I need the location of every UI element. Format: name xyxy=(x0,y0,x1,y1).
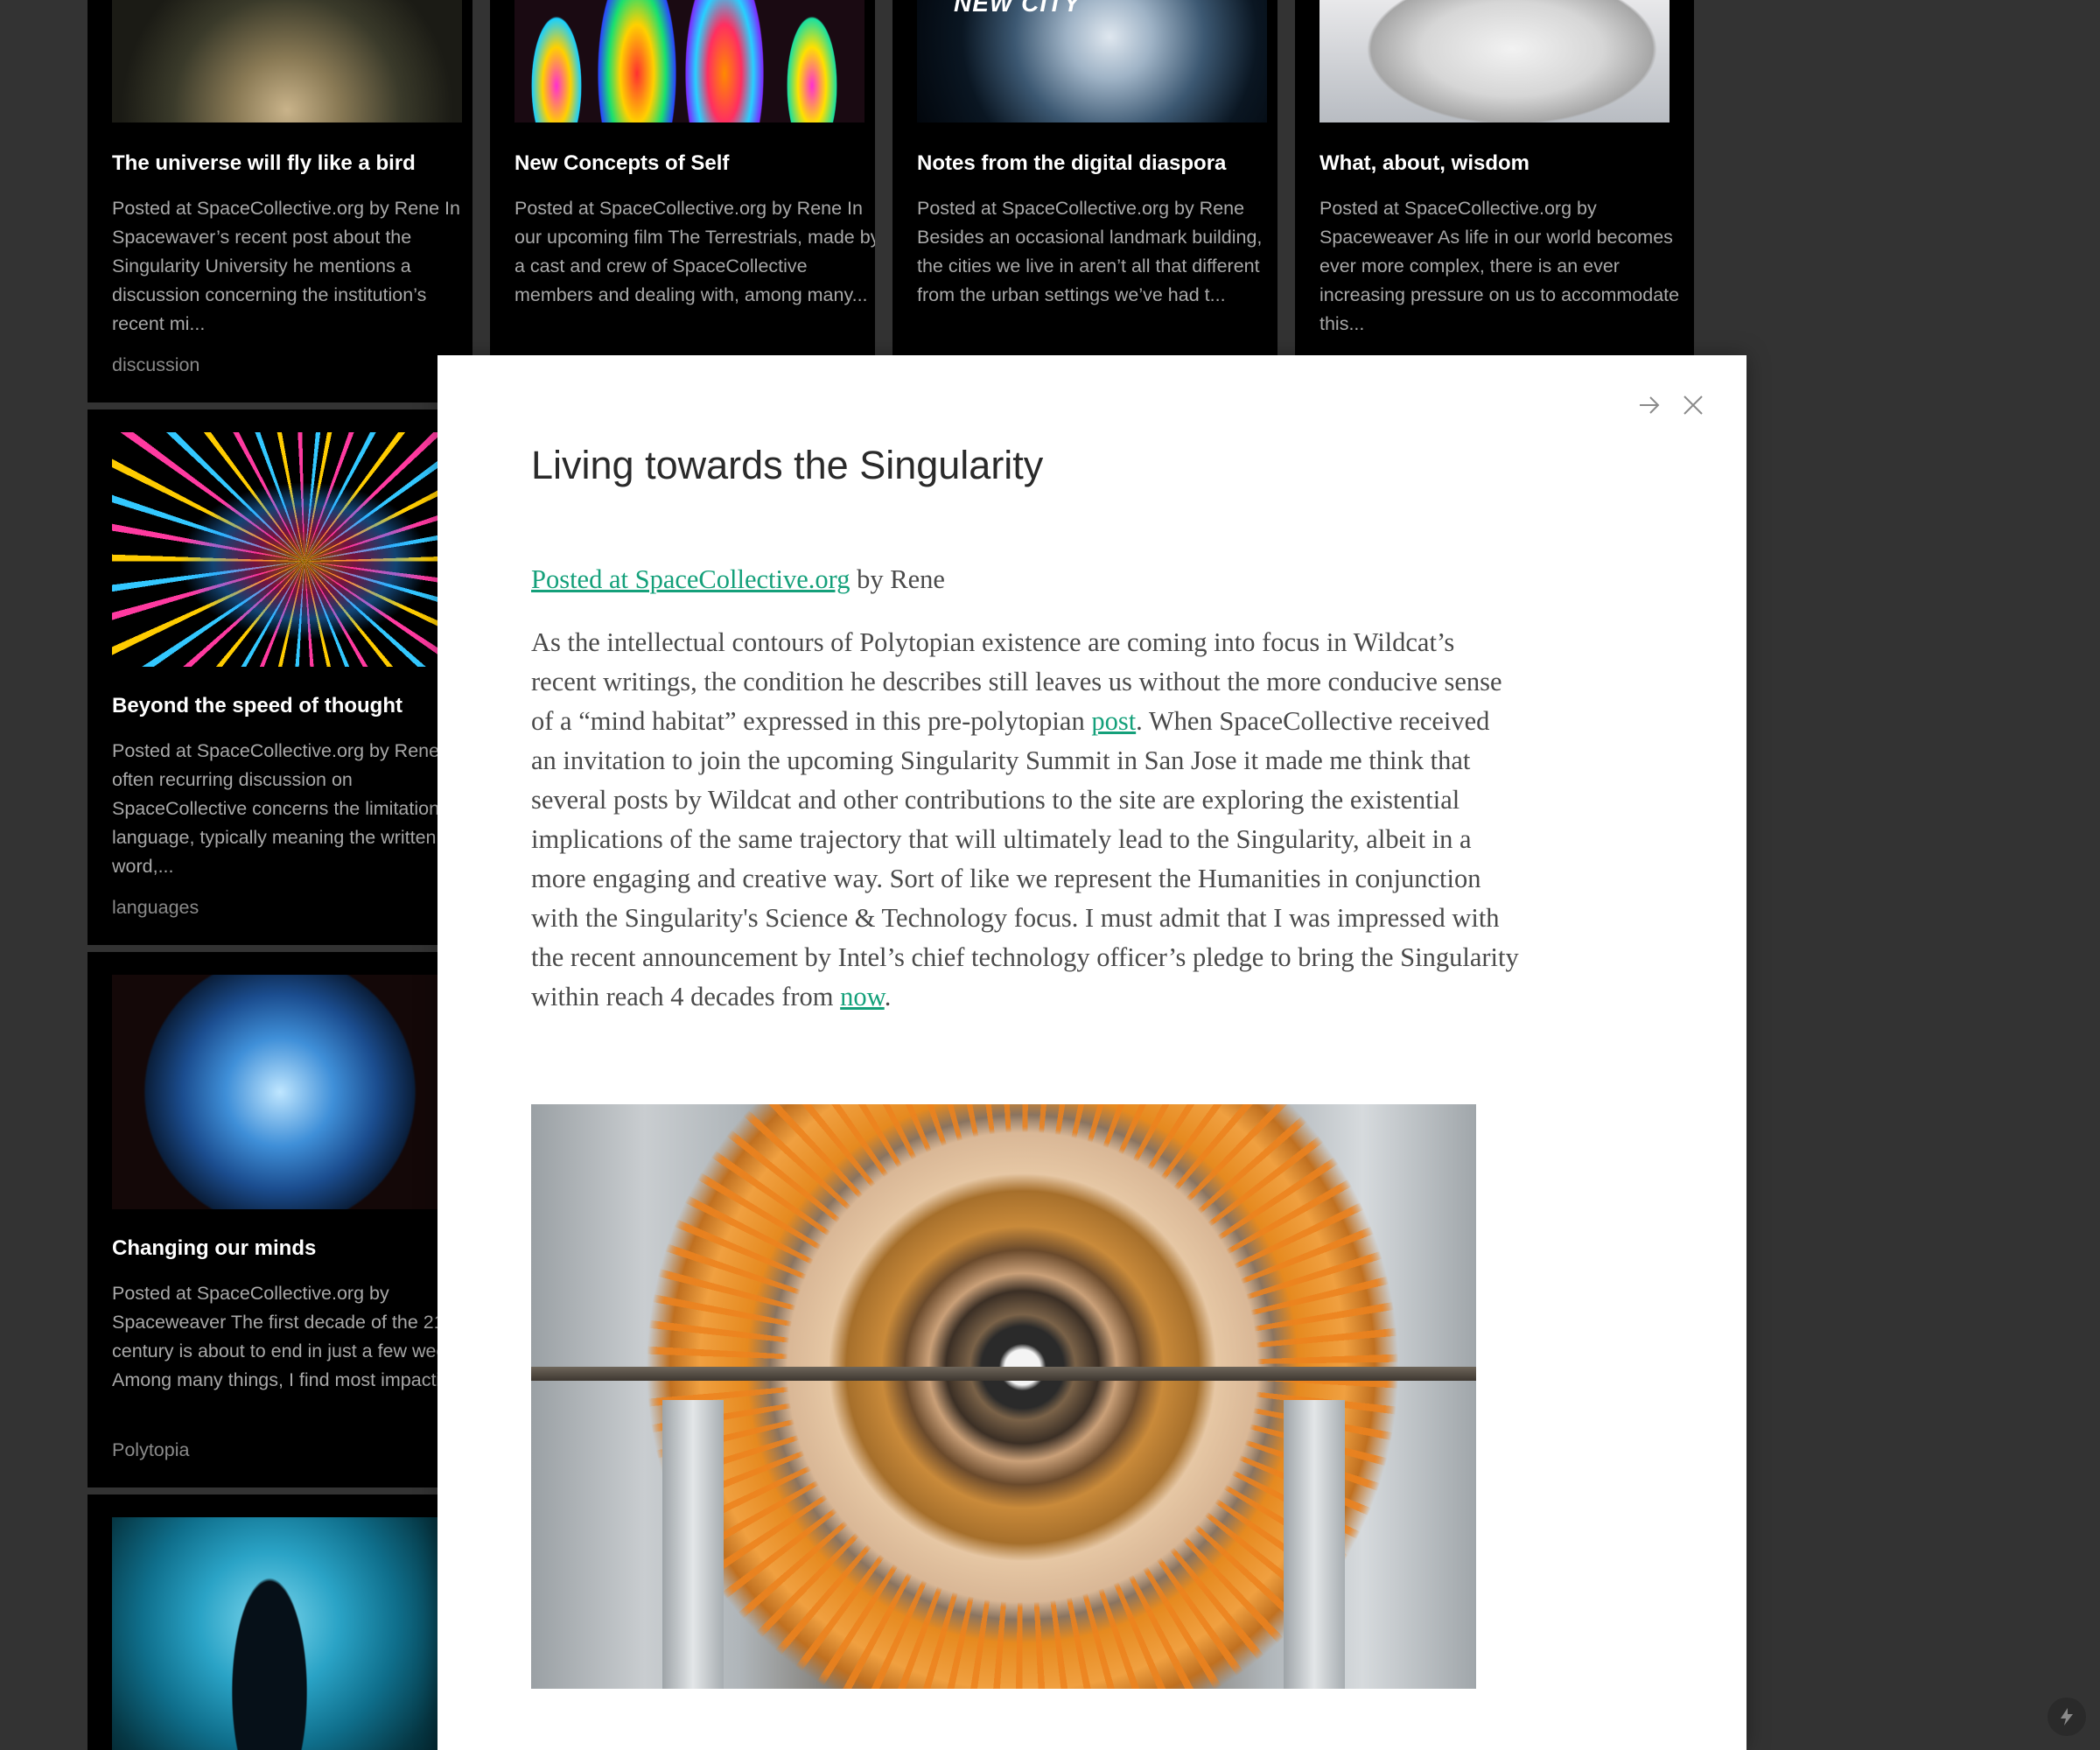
post-card[interactable]: Beyond the speed of thought Posted at Sp… xyxy=(88,410,472,945)
card-excerpt: Posted at SpaceCollective.org by Rene An… xyxy=(112,740,467,877)
now-link[interactable]: now xyxy=(840,982,885,1012)
lightning-icon[interactable] xyxy=(2048,1698,2086,1736)
card-title[interactable]: New Concepts of Self xyxy=(514,150,854,177)
card-excerpt: Posted at SpaceCollective.org by Rene In… xyxy=(514,198,875,305)
page: The universe will fly like a bird Posted… xyxy=(0,0,2100,1750)
card-thumbnail[interactable] xyxy=(112,432,462,667)
card-excerpt: Posted at SpaceCollective.org by Spacewe… xyxy=(112,1283,472,1390)
card-excerpt: Posted at SpaceCollective.org by Spacewe… xyxy=(1320,198,1680,334)
image-detail xyxy=(1284,1400,1345,1689)
card-thumbnail[interactable] xyxy=(112,975,462,1209)
card-thumbnail[interactable] xyxy=(514,0,864,122)
card-thumbnail[interactable] xyxy=(1320,0,1670,122)
arrow-right-icon[interactable] xyxy=(1636,392,1662,418)
image-detail xyxy=(662,1400,724,1689)
card-title[interactable]: Beyond the speed of thought xyxy=(112,693,452,719)
post-card[interactable]: NEW CITY Notes from the digital diaspora… xyxy=(892,0,1278,402)
card-tag[interactable]: Polytopia xyxy=(112,1437,189,1463)
card-tag[interactable]: discussion xyxy=(112,352,200,378)
card-excerpt: Posted at SpaceCollective.org by Rene Be… xyxy=(917,198,1263,305)
card-thumbnail[interactable] xyxy=(112,1517,462,1750)
card-title[interactable]: Changing our minds xyxy=(112,1236,452,1262)
article-image xyxy=(531,1104,1476,1689)
article-modal: Living towards the Singularity Posted at… xyxy=(438,355,1746,1750)
article-body: Posted at SpaceCollective.org by Rene As… xyxy=(531,548,1520,1017)
card-title[interactable]: Notes from the digital diaspora xyxy=(917,150,1256,177)
post-card[interactable] xyxy=(88,1494,472,1750)
close-icon[interactable] xyxy=(1680,392,1706,418)
modal-controls xyxy=(1636,392,1706,418)
article-paragraph: As the intellectual contours of Polytopi… xyxy=(531,623,1520,1017)
article-title: Living towards the Singularity xyxy=(531,443,1044,487)
paragraph-text: . When SpaceCollective received an invit… xyxy=(531,706,1519,1012)
thumbnail-caption: NEW CITY xyxy=(954,0,1081,17)
article-byline: Posted at SpaceCollective.org by Rene xyxy=(531,548,1520,611)
byline-link[interactable]: Posted at SpaceCollective.org xyxy=(531,564,850,594)
post-card[interactable]: The universe will fly like a bird Posted… xyxy=(88,0,472,402)
card-thumbnail[interactable]: NEW CITY xyxy=(917,0,1267,122)
card-title[interactable]: The universe will fly like a bird xyxy=(112,150,452,177)
post-link[interactable]: post xyxy=(1091,706,1136,736)
post-card[interactable]: What, about, wisdom Posted at SpaceColle… xyxy=(1295,0,1694,402)
card-thumbnail[interactable] xyxy=(112,0,462,122)
image-detail xyxy=(531,1367,1476,1381)
card-excerpt: Posted at SpaceCollective.org by Rene In… xyxy=(112,198,460,334)
byline-author: by Rene xyxy=(850,564,945,594)
post-card[interactable]: Changing our minds Posted at SpaceCollec… xyxy=(88,952,472,1488)
card-tag[interactable]: languages xyxy=(112,894,199,920)
post-card[interactable]: New Concepts of Self Posted at SpaceColl… xyxy=(490,0,875,402)
paragraph-text: . xyxy=(884,982,892,1012)
card-title[interactable]: What, about, wisdom xyxy=(1320,150,1673,177)
